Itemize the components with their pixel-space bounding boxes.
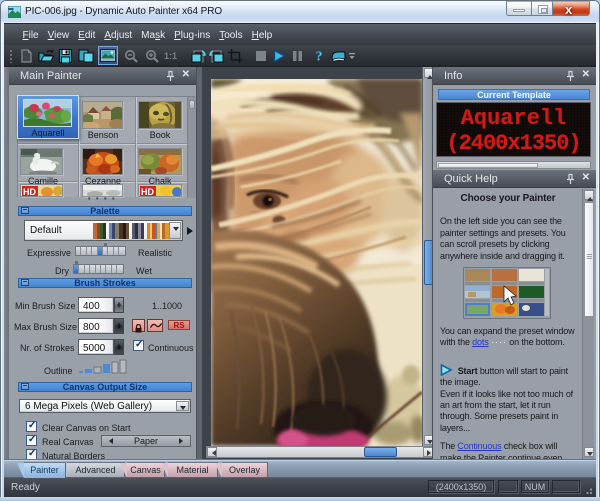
svg-text:1:1: 1:1 [164,51,177,60]
svg-text:?: ? [316,49,323,64]
